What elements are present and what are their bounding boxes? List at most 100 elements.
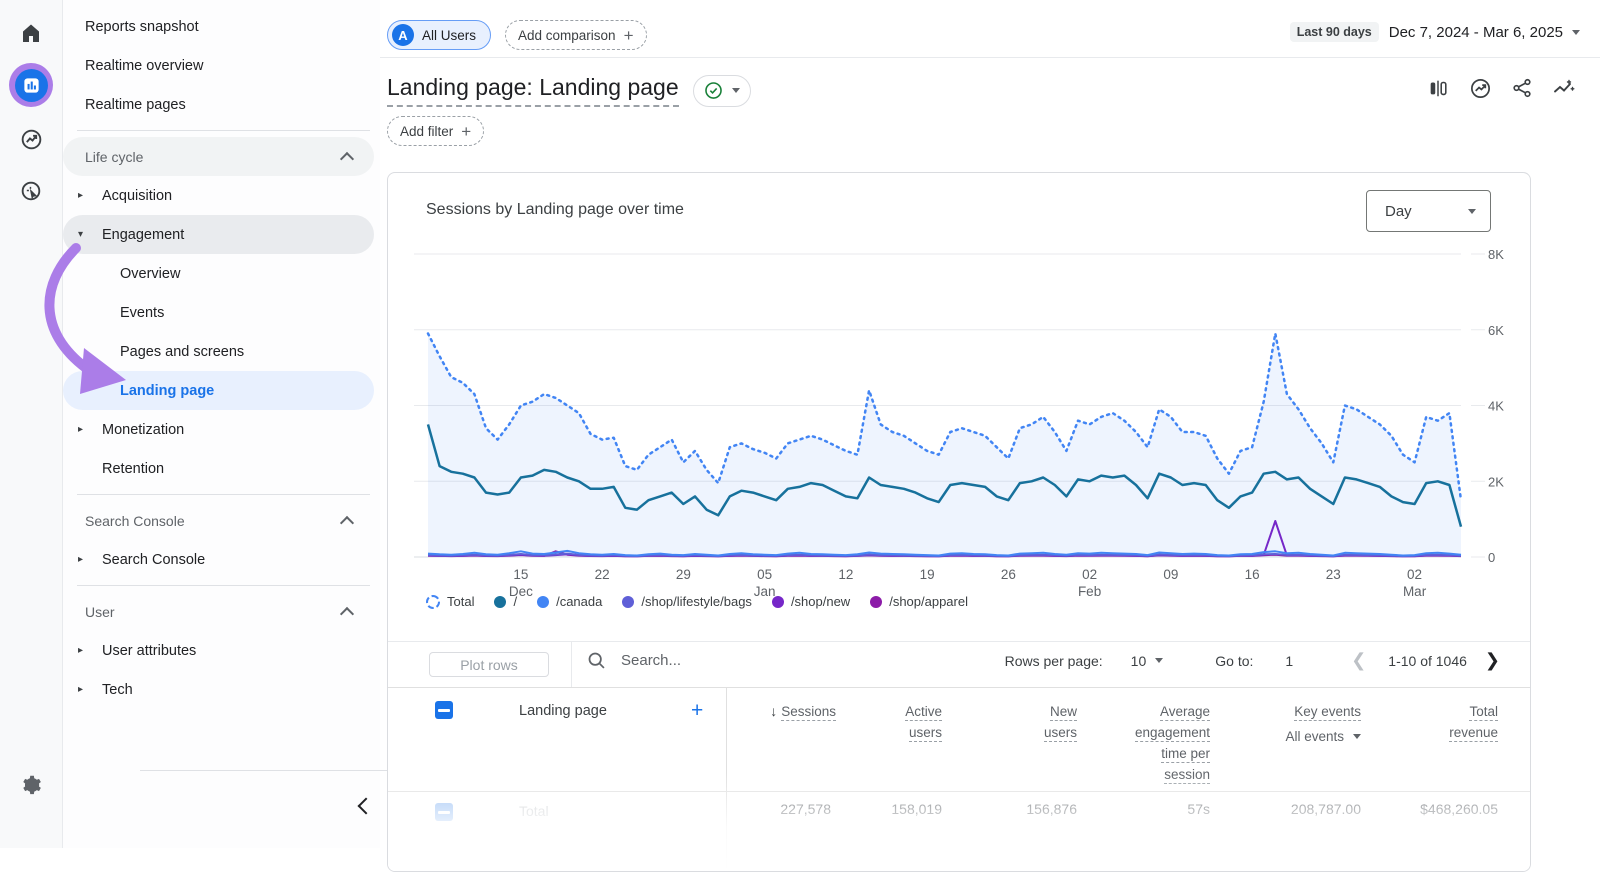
sidebar-item-label: Realtime pages — [85, 96, 186, 113]
legend-item[interactable]: / — [494, 594, 517, 609]
sidebar-item-label: Retention — [102, 460, 165, 477]
chevron-down-icon — [1572, 29, 1580, 35]
sidebar-item-monetization[interactable]: ▸ Monetization — [63, 410, 374, 449]
add-column-icon[interactable]: + — [691, 699, 703, 723]
segment-avatar: A — [392, 24, 414, 46]
column-label[interactable]: Sessions — [781, 704, 836, 721]
sparkline-insights-icon[interactable] — [1552, 76, 1576, 100]
sidebar-item-reports-snapshot[interactable]: Reports snapshot — [63, 7, 374, 46]
rows-per-page-value[interactable]: 10 — [1131, 653, 1147, 669]
sidebar-divider — [63, 579, 380, 592]
sidebar-section-user[interactable]: User — [63, 592, 374, 631]
svg-text:19: 19 — [920, 567, 935, 582]
page-title[interactable]: Landing page: Landing page — [387, 74, 679, 107]
sidebar-item-landing-page[interactable]: Landing page — [63, 371, 374, 410]
sidebar-item-realtime-pages[interactable]: Realtime pages — [63, 85, 374, 124]
sidebar-section-life-cycle[interactable]: Life cycle — [63, 137, 374, 176]
sidebar-item-pages-and-screens[interactable]: Pages and screens — [63, 332, 374, 371]
sessions-line-chart[interactable]: 02K4K6K8K15Dec22 29 05Jan12 19 26 02Feb09 16 23… — [388, 173, 1531, 643]
column-header-sessions[interactable]: ↓ Sessions — [726, 701, 836, 722]
sidebar-item-overview[interactable]: Overview — [63, 254, 374, 293]
legend-item[interactable]: /shop/lifestyle/bags — [622, 594, 752, 609]
totals-row-checkbox[interactable] — [435, 803, 453, 821]
triangle-right-icon[interactable]: ▸ — [78, 190, 83, 201]
column-label[interactable]: Total revenue — [1449, 704, 1498, 742]
search-input[interactable] — [619, 651, 843, 670]
next-page-icon[interactable]: ❯ — [1485, 650, 1500, 671]
key-events-filter[interactable]: All events — [1221, 726, 1361, 747]
legend-item[interactable]: /shop/new — [771, 594, 851, 609]
collapse-drawer-icon[interactable] — [357, 797, 375, 815]
explore-icon[interactable] — [18, 178, 44, 204]
triangle-right-icon[interactable]: ▸ — [78, 645, 83, 656]
legend-item[interactable]: /shop/apparel — [870, 594, 968, 609]
previous-page-icon: ❮ — [1351, 650, 1367, 670]
legend-marker — [771, 595, 784, 608]
sidebar-item-acquisition[interactable]: ▸ Acquisition — [63, 176, 374, 215]
chevron-down-icon[interactable] — [1155, 658, 1164, 663]
triangle-down-icon[interactable]: ▾ — [78, 229, 83, 240]
column-header-new-users[interactable]: New users — [951, 701, 1077, 743]
sidebar-divider — [63, 124, 380, 137]
advertising-icon[interactable] — [18, 126, 44, 152]
legend-label: /shop/lifestyle/bags — [641, 594, 752, 609]
goto-label: Go to: — [1215, 652, 1254, 669]
column-label[interactable]: Average engagement time per session — [1134, 704, 1210, 784]
column-header-active-users[interactable]: Active users — [836, 701, 942, 743]
column-header-average-engagement-time-per-session[interactable]: Average engagement time per session — [1086, 701, 1210, 785]
sidebar-item-realtime-overview[interactable]: Realtime overview — [63, 46, 374, 85]
legend-item[interactable]: /canada — [537, 594, 602, 609]
sidebar-item-label: Search Console — [102, 551, 206, 568]
triangle-right-icon[interactable]: ▸ — [78, 424, 83, 435]
dimension-column-header[interactable]: Landing page — [519, 703, 607, 719]
divider — [571, 641, 572, 687]
sidebar-item-label: User attributes — [102, 642, 197, 659]
share-icon[interactable] — [1510, 76, 1534, 100]
sidebar-item-events[interactable]: Events — [63, 293, 374, 332]
column-header-key-events[interactable]: Key events All events — [1221, 701, 1361, 747]
report-status-badge[interactable] — [692, 74, 751, 107]
svg-text:02: 02 — [1407, 567, 1422, 582]
sidebar-section-search-console[interactable]: Search Console — [63, 501, 374, 540]
column-label[interactable]: New users — [1043, 704, 1077, 742]
sidebar-item-user-attributes[interactable]: ▸ User attributes — [63, 631, 374, 670]
ga4-report-page: Reports snapshot Realtime overview Realtim… — [0, 0, 1600, 872]
svg-text:8K: 8K — [1488, 247, 1504, 262]
sidebar-item-tech[interactable]: ▸ Tech — [63, 670, 374, 709]
sidebar-item-engagement[interactable]: ▾ Engagement — [63, 215, 374, 254]
home-icon[interactable] — [18, 20, 44, 46]
column-label[interactable]: Active users — [905, 704, 942, 742]
sidebar-item-label: Tech — [102, 681, 133, 698]
admin-gear-icon[interactable] — [18, 772, 44, 798]
sort-descending-icon[interactable]: ↓ — [770, 703, 777, 719]
plot-rows-button[interactable]: Plot rows — [429, 652, 549, 677]
legend-item[interactable]: Total — [426, 594, 474, 609]
sidebar-item-search-console[interactable]: ▸ Search Console — [63, 540, 374, 579]
svg-text:02: 02 — [1082, 567, 1097, 582]
comparison-icon[interactable] — [1426, 76, 1450, 100]
add-filter-label: Add filter — [400, 123, 454, 139]
sidebar-item-retention[interactable]: Retention — [63, 449, 374, 488]
comparison-bar: A All Users Add comparison + — [387, 20, 647, 50]
all-users-segment-chip[interactable]: A All Users — [387, 20, 492, 50]
check-circle-icon — [704, 82, 722, 99]
legend-label: /shop/new — [790, 594, 851, 609]
add-comparison-button[interactable]: Add comparison + — [505, 20, 647, 50]
add-filter-button[interactable]: Add filter + — [387, 116, 485, 146]
reports-icon[interactable] — [14, 68, 48, 102]
plus-icon: + — [461, 121, 472, 141]
triangle-right-icon[interactable]: ▸ — [78, 554, 83, 565]
sidebar-item-label: Events — [120, 304, 165, 321]
legend-marker — [622, 595, 635, 608]
report-card: Sessions by Landing page over time Day 0… — [387, 172, 1531, 872]
column-label[interactable]: Key events — [1294, 704, 1361, 721]
column-header-total-revenue[interactable]: Total revenue — [1381, 701, 1498, 743]
triangle-right-icon[interactable]: ▸ — [78, 684, 83, 695]
date-range-selector[interactable]: Last 90 days Dec 7, 2024 - Mar 6, 2025 — [1289, 22, 1580, 42]
main-content: A All Users Add comparison + Last 90 day… — [380, 0, 1600, 872]
goto-page-input[interactable]: 1 — [1285, 653, 1293, 669]
select-all-checkbox[interactable] — [435, 701, 453, 719]
insights-icon[interactable] — [1468, 76, 1492, 100]
date-range-text: Dec 7, 2024 - Mar 6, 2025 — [1388, 23, 1563, 41]
pagination-controls: Rows per page: 10 Go to: 1 ❮ 1-10 of 104… — [1005, 650, 1500, 671]
